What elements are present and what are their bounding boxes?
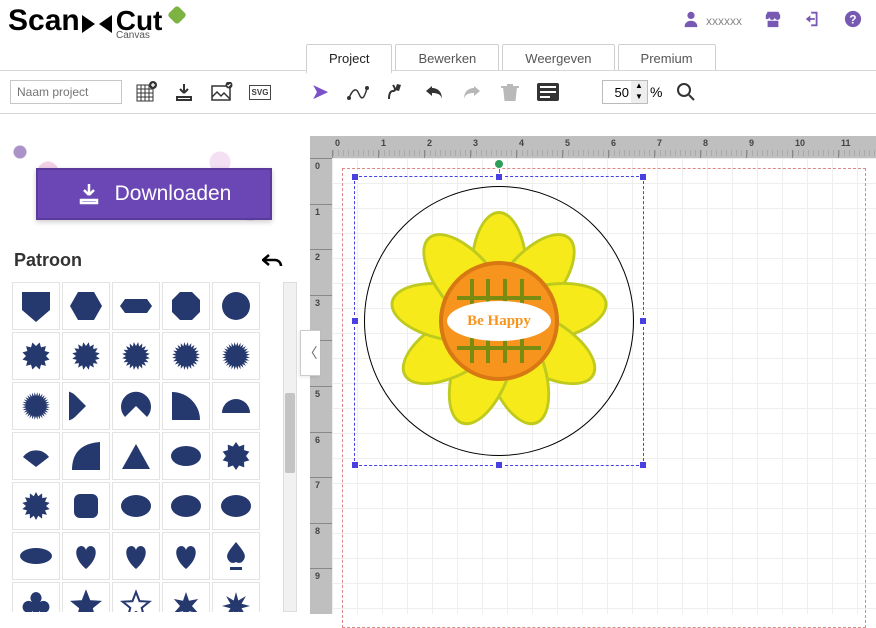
shape-burst20[interactable] [112, 332, 160, 380]
pattern-grid [12, 282, 290, 612]
zoom-down[interactable]: ▼ [631, 92, 647, 103]
user-icon[interactable] [682, 10, 700, 33]
handle-tl[interactable] [351, 173, 359, 181]
handle-tm[interactable] [495, 173, 503, 181]
handle-bm[interactable] [495, 461, 503, 469]
download-button[interactable]: Downloaden [36, 168, 272, 220]
shape-spade[interactable] [212, 532, 260, 580]
shape-heart-swirl[interactable] [162, 532, 210, 580]
pattern-scrollbar[interactable] [283, 282, 297, 612]
logo-word-scan: Scan [8, 4, 80, 38]
delete-icon[interactable] [496, 78, 524, 106]
shape-burst12[interactable] [12, 332, 60, 380]
shape-splat[interactable] [212, 432, 260, 480]
shape-burst-soft[interactable] [212, 332, 260, 380]
shape-quarter[interactable] [162, 382, 210, 430]
handle-mr[interactable] [639, 317, 647, 325]
shape-oval[interactable] [12, 532, 60, 580]
redo-icon[interactable] [458, 78, 486, 106]
shape-ellipse[interactable] [162, 432, 210, 480]
shape-hexagon[interactable] [62, 282, 110, 330]
shop-icon[interactable] [764, 10, 782, 33]
shape-cloud2[interactable] [212, 482, 260, 530]
download-icon[interactable] [170, 78, 198, 106]
pattern-back-icon[interactable] [262, 252, 284, 276]
shape-star8[interactable] [212, 582, 260, 612]
shape-heart-deco[interactable] [112, 532, 160, 580]
tab-project[interactable]: Project [306, 44, 392, 74]
shape-fin[interactable] [62, 432, 110, 480]
download-arrow-icon [77, 182, 101, 206]
shape-cloud[interactable] [162, 482, 210, 530]
path-tool-icon[interactable] [344, 78, 372, 106]
handle-bl[interactable] [351, 461, 359, 469]
shape-splat2[interactable] [12, 482, 60, 530]
shape-club[interactable] [12, 582, 60, 612]
shape-burst-round[interactable] [162, 332, 210, 380]
new-project-icon[interactable] [132, 78, 160, 106]
user-name: xxxxxx [706, 14, 742, 28]
shape-scallop-sq[interactable] [62, 482, 110, 530]
shape-burst16[interactable] [62, 332, 110, 380]
shape-shield[interactable] [12, 282, 60, 330]
help-icon[interactable]: ? [844, 10, 862, 33]
svg-label: SVG [249, 85, 272, 100]
svg-import-icon[interactable]: SVG [246, 78, 274, 106]
collapse-panel-icon[interactable]: 〈 [300, 330, 320, 376]
zoom-up[interactable]: ▲ [631, 81, 647, 92]
logout-icon[interactable] [804, 10, 822, 33]
canvas-area: 01234567891011 0123456789 Be Happy [302, 126, 876, 614]
ruler-corner [310, 136, 332, 158]
draw-tool-icon[interactable] [382, 78, 410, 106]
shape-seal[interactable] [12, 382, 60, 430]
handle-tr[interactable] [639, 173, 647, 181]
user-area: xxxxxx ? [682, 10, 876, 33]
project-name-input[interactable] [10, 80, 122, 104]
undo-icon[interactable] [420, 78, 448, 106]
shape-octagon[interactable] [162, 282, 210, 330]
search-icon[interactable] [672, 78, 700, 106]
topbar: Scan Cut Canvas xxxxxx ? [0, 0, 876, 42]
shape-heart[interactable] [62, 532, 110, 580]
zoom-pct: % [650, 84, 662, 100]
shape-star6[interactable] [162, 582, 210, 612]
rotate-handle[interactable] [494, 159, 504, 169]
shape-hex-wide[interactable] [112, 282, 160, 330]
shape-pac-left[interactable] [62, 382, 110, 430]
ruler-vertical: 0123456789 [310, 158, 332, 614]
download-label: Downloaden [115, 182, 232, 206]
toolbar: SVG ➤ ▲▼ % [0, 70, 876, 114]
pattern-title: Patroon [14, 250, 82, 271]
shape-fan[interactable] [12, 432, 60, 480]
shape-star-outline[interactable] [112, 582, 160, 612]
cutting-mat[interactable]: Be Happy [332, 158, 876, 614]
ruler-horizontal: 01234567891011 [332, 136, 876, 158]
logo-subtitle: Canvas [116, 30, 150, 41]
shape-pac-up[interactable] [112, 382, 160, 430]
shape-semicircle[interactable] [212, 382, 260, 430]
shape-scallop-ellipse[interactable] [112, 482, 160, 530]
leaf-icon [167, 5, 187, 25]
properties-icon[interactable] [534, 78, 562, 106]
zoom-control: ▲▼ % [602, 80, 662, 104]
svg-text:?: ? [849, 13, 856, 26]
app-logo: Scan Cut [0, 2, 192, 40]
handle-ml[interactable] [351, 317, 359, 325]
import-image-icon[interactable] [208, 78, 236, 106]
shape-circle[interactable] [212, 282, 260, 330]
select-tool-icon[interactable]: ➤ [306, 78, 334, 106]
shape-star[interactable] [62, 582, 110, 612]
shape-triangle[interactable] [112, 432, 160, 480]
logo-bowtie-icon [82, 15, 112, 33]
selection-box[interactable] [354, 176, 644, 466]
handle-br[interactable] [639, 461, 647, 469]
